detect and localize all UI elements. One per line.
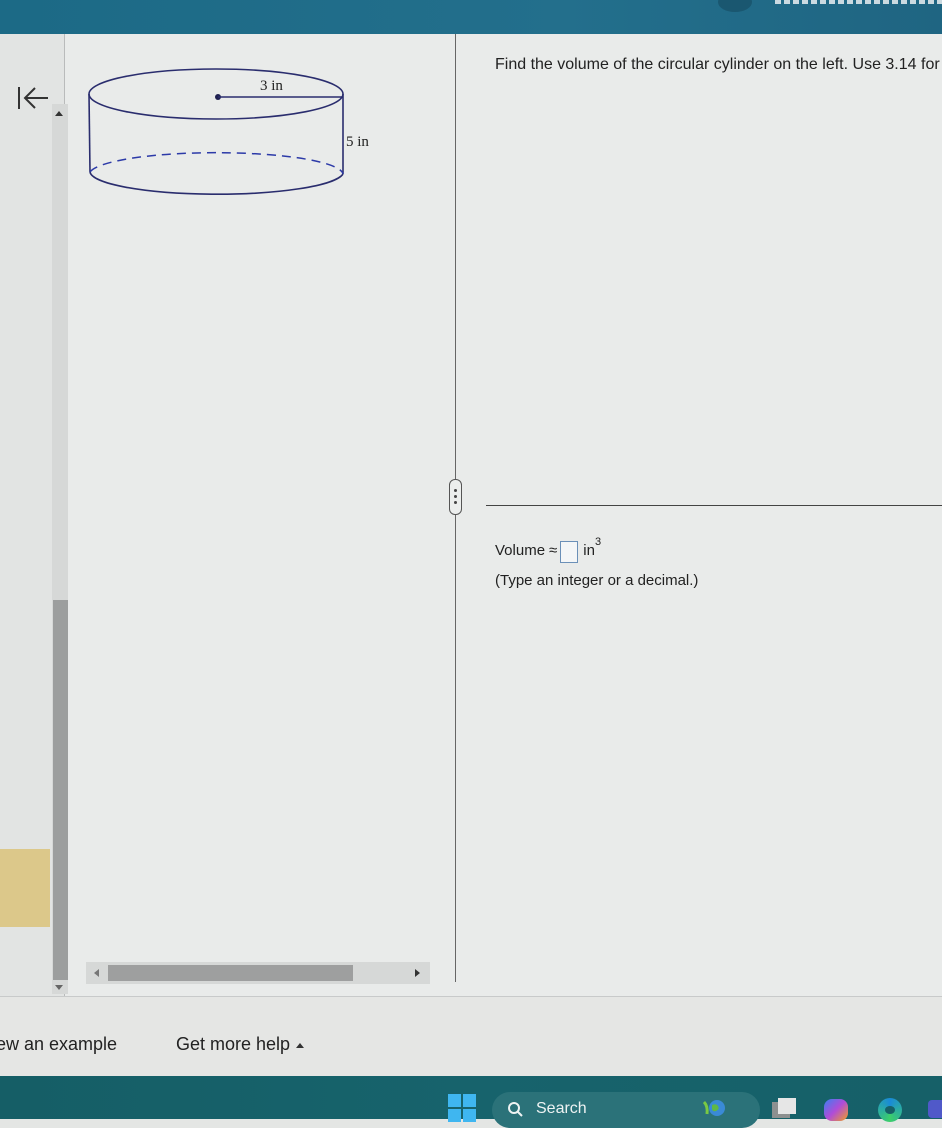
- handle-dot: [454, 489, 457, 492]
- answer-divider: [486, 505, 942, 506]
- browser-top-bar: [0, 0, 942, 34]
- cropped-header-text: [775, 0, 942, 4]
- edge-icon[interactable]: [876, 1096, 904, 1122]
- search-icon: [508, 1102, 523, 1117]
- search-highlight-globe-icon[interactable]: [702, 1096, 728, 1120]
- answer-hint: (Type an integer or a decimal.): [495, 572, 699, 589]
- scroll-left-arrow-icon[interactable]: [94, 969, 99, 977]
- approx-symbol: ≈: [549, 542, 558, 559]
- answer-line: Volume ≈ in 3: [495, 536, 601, 563]
- unit-label: in: [583, 542, 595, 559]
- horizontal-scrollbar[interactable]: [86, 962, 430, 984]
- question-pane: Find the volume of the circular cylinder…: [458, 34, 942, 984]
- collapse-left-arrow-icon[interactable]: [16, 84, 50, 112]
- question-prompt: Find the volume of the circular cylinder…: [495, 56, 940, 73]
- scroll-right-arrow-icon[interactable]: [415, 969, 420, 977]
- cylinder-left-side: [88, 93, 91, 173]
- handle-dot: [454, 501, 457, 504]
- scroll-down-arrow-icon[interactable]: [55, 985, 63, 990]
- answer-prefix: Volume: [495, 542, 546, 559]
- unit-exponent: 3: [594, 536, 602, 548]
- footer-bar: ew an example Get more help: [0, 996, 942, 1077]
- cylinder-bottom-visible-edge: [89, 171, 344, 196]
- radius-label: 3 in: [260, 78, 283, 94]
- scroll-up-arrow-icon[interactable]: [55, 111, 63, 116]
- horizontal-scroll-thumb[interactable]: [108, 965, 353, 981]
- volume-answer-input[interactable]: [560, 541, 579, 563]
- get-more-help-button[interactable]: Get more help: [176, 1034, 305, 1055]
- figure-pane: 3 in 5 in: [66, 34, 453, 984]
- profile-icon[interactable]: [718, 0, 752, 12]
- handle-dot: [454, 495, 457, 498]
- get-more-help-label: Get more help: [176, 1034, 291, 1054]
- task-view-icon[interactable]: [770, 1096, 798, 1122]
- side-tab[interactable]: [0, 849, 50, 927]
- windows-taskbar: Search: [0, 1076, 942, 1128]
- height-label: 5 in: [346, 134, 369, 150]
- copilot-icon[interactable]: [822, 1096, 850, 1122]
- start-icon[interactable]: [448, 1094, 478, 1124]
- cylinder-figure: 3 in 5 in: [88, 68, 369, 196]
- teams-icon[interactable]: [928, 1096, 942, 1122]
- view-example-button[interactable]: ew an example: [0, 1034, 117, 1055]
- cylinder-top-ellipse: [88, 68, 344, 120]
- caret-up-icon: [296, 1042, 305, 1048]
- taskbar-search-box[interactable]: Search: [492, 1092, 760, 1128]
- cylinder-bottom-hidden-edge: [89, 151, 344, 175]
- search-label: Search: [536, 1100, 587, 1117]
